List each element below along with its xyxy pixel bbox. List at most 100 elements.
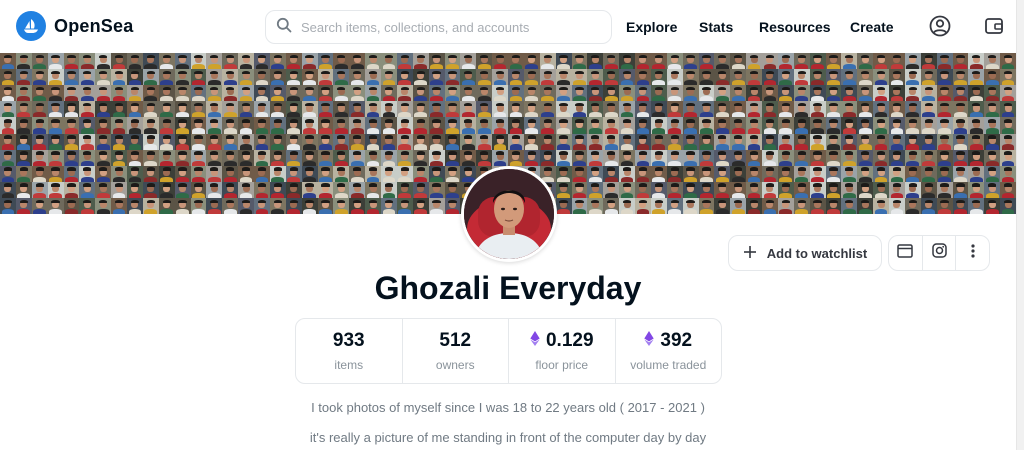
stat-floor-price[interactable]: 0.129 floor price [509,319,616,383]
banner-photo-tile [31,165,48,182]
banner-photo-tile [269,181,286,198]
scrollbar-track[interactable] [1016,0,1024,450]
stat-volume-traded[interactable]: 392 volume traded [616,319,722,383]
banner-photo-tile [492,85,508,102]
nav-create[interactable]: Create [850,19,894,35]
banner-photo-tile [968,117,985,134]
banner-photo-tile [730,101,747,118]
stat-owners[interactable]: 512 owners [403,319,509,383]
banner-photo-tile [889,197,905,214]
banner-photo-tile [317,149,334,166]
banner-photo-tile [873,165,889,182]
banner-photo-tile [79,85,96,102]
banner-photo-tile [396,69,413,86]
nav-stats[interactable]: Stats [699,19,733,35]
banner-photo-tile [444,181,461,198]
banner-photo-tile [984,133,1001,150]
nav-resources[interactable]: Resources [759,19,831,35]
banner-photo-tile [301,133,318,150]
banner-photo-tile [190,133,207,150]
banner-photo-tile [95,53,112,70]
banner-photo-tile [222,69,239,86]
banner-photo-tile [254,117,270,134]
banner-photo-tile [889,181,905,198]
banner-photo-tile [984,165,1001,182]
banner-photo-tile [650,69,667,86]
banner-photo-tile [127,85,143,102]
banner-photo-tile [127,53,143,70]
banner-photo-tile [63,53,80,70]
banner-photo-tile [968,69,985,86]
banner-photo-tile [873,53,889,70]
stat-items[interactable]: 933 items [296,319,403,383]
instagram-button[interactable] [923,236,957,270]
banner-photo-tile [762,165,778,182]
banner-photo-tile [508,149,524,166]
banner-photo-tile [523,149,540,166]
banner-photo-tile [777,69,794,86]
banner-photo-tile [952,181,969,198]
banner-photo-tile [95,165,112,182]
banner-photo-tile [571,69,588,86]
account-circle-icon[interactable] [928,14,952,38]
banner-photo-tile [349,197,366,214]
banner-photo-tile [412,181,429,198]
banner-photo-tile [523,117,540,134]
banner-photo-tile [825,101,842,118]
banner-photo-tile [238,117,254,134]
banner-photo-tile [412,197,429,214]
more-options-button[interactable] [956,236,989,270]
banner-photo-tile [381,101,397,118]
banner-photo-tile [762,197,778,214]
banner-photo-tile [682,149,699,166]
banner-photo-tile [936,181,953,198]
banner-photo-tile [15,69,32,86]
banner-photo-tile [984,149,1001,166]
banner-photo-tile [825,181,842,198]
opensea-logo-icon [16,11,46,41]
banner-photo-tile [222,85,239,102]
banner-photo-tile [920,165,937,182]
banner-photo-tile [698,101,715,118]
banner-photo-tile [15,149,32,166]
banner-photo-tile [158,149,175,166]
instagram-icon [931,243,947,263]
banner-photo-tile [396,53,413,70]
banner-photo-tile [476,101,493,118]
wallet-icon[interactable] [982,14,1006,38]
banner-photo-tile [206,133,223,150]
banner-photo-tile [904,181,921,198]
banner-photo-tile [587,53,604,70]
nav-explore[interactable]: Explore [626,19,677,35]
banner-photo-tile [889,85,905,102]
opensea-logo[interactable]: OpenSea [16,11,133,41]
banner-photo-tile [1000,181,1016,198]
banner-photo-tile [396,101,413,118]
banner-photo-tile [920,117,937,134]
banner-photo-tile [412,85,429,102]
banner-photo-tile [523,69,540,86]
banner-photo-tile [269,197,286,214]
banner-photo-tile [365,181,381,198]
banner-photo-tile [381,165,397,182]
add-to-watchlist-button[interactable]: Add to watchlist [728,235,882,271]
banner-photo-tile [889,165,905,182]
banner-photo-tile [698,133,715,150]
website-button[interactable] [889,236,923,270]
banner-photo-tile [317,85,334,102]
banner-photo-tile [825,85,842,102]
banner-photo-tile [603,69,620,86]
banner-photo-tile [873,149,889,166]
banner-photo-tile [174,181,191,198]
banner-photo-tile [746,53,762,70]
stat-label: volume traded [630,358,707,372]
banner-photo-tile [603,85,620,102]
banner-photo-tile [127,69,143,86]
more-vertical-icon [971,243,975,263]
search-input[interactable] [301,19,591,35]
banner-photo-tile [857,197,874,214]
search-bar[interactable] [265,10,612,44]
banner-photo-tile [111,117,127,134]
banner-photo-tile [333,133,350,150]
banner-photo-tile [254,53,270,70]
